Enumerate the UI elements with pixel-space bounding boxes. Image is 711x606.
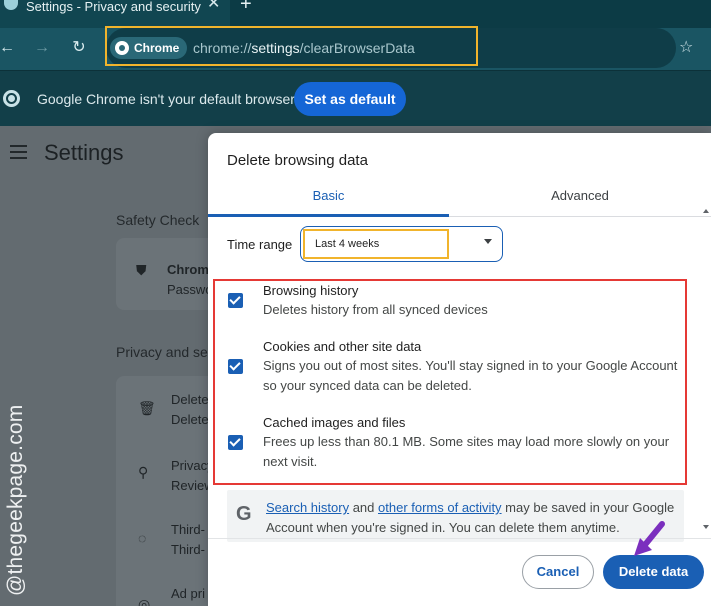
pointer-arrow-annotation bbox=[634, 521, 665, 556]
set-as-default-button[interactable]: Set as default bbox=[294, 82, 406, 116]
cookies-checkbox[interactable] bbox=[228, 359, 243, 374]
search-history-link[interactable]: Search history bbox=[266, 500, 349, 515]
cookie-icon: ◌ bbox=[138, 530, 147, 546]
reload-icon[interactable]: ↻ bbox=[68, 37, 90, 59]
bookmark-star-icon[interactable]: ☆ bbox=[679, 37, 693, 59]
new-tab-icon[interactable]: + bbox=[240, 0, 252, 14]
menu-icon[interactable] bbox=[10, 145, 27, 159]
delete-data-button[interactable]: Delete data bbox=[603, 555, 704, 589]
privacy-item-line1: Delete bbox=[171, 392, 209, 407]
time-range-highlight-box bbox=[303, 229, 449, 259]
privacy-guide-icon: ⚲ bbox=[138, 464, 149, 480]
privacy-item-line2: Third- bbox=[171, 542, 205, 557]
other-activity-link[interactable]: other forms of activity bbox=[378, 500, 502, 515]
browser-toolbar: ← → ↻ Chrome chrome://settings/clearBrow… bbox=[0, 26, 711, 70]
default-browser-infobar: Google Chrome isn't your default browser… bbox=[0, 70, 711, 126]
safety-check-heading: Safety Check bbox=[116, 212, 200, 228]
tab-basic[interactable]: Basic bbox=[208, 181, 449, 217]
safety-item-title: Chrom bbox=[167, 262, 209, 277]
infobar-message: Google Chrome isn't your default browser bbox=[37, 91, 295, 107]
scroll-down-icon[interactable] bbox=[703, 525, 709, 529]
forward-icon[interactable]: → bbox=[31, 37, 53, 59]
option-title: Cached images and files bbox=[263, 415, 406, 430]
scroll-up-icon[interactable] bbox=[703, 209, 709, 213]
watermark: @thegeekpage.com bbox=[4, 404, 27, 596]
dialog-scrollbar[interactable] bbox=[703, 209, 711, 529]
browser-tab-settings[interactable]: Settings - Privacy and security ✕ bbox=[0, 0, 230, 28]
option-title: Cookies and other site data bbox=[263, 339, 422, 354]
page-title: Settings bbox=[44, 140, 124, 165]
close-tab-icon[interactable]: ✕ bbox=[207, 0, 220, 12]
tab-title: Settings - Privacy and security bbox=[26, 0, 201, 14]
safety-item-subtitle: Passwo bbox=[167, 282, 213, 297]
dropdown-arrow-icon bbox=[484, 239, 492, 244]
tab-advanced[interactable]: Advanced bbox=[449, 181, 711, 217]
cancel-button[interactable]: Cancel bbox=[522, 555, 594, 589]
tab-strip: Settings - Privacy and security ✕ + bbox=[0, 0, 711, 28]
dialog-title: Delete browsing data bbox=[227, 152, 368, 169]
url-highlight-box bbox=[105, 26, 478, 66]
trash-icon: 🗑 bbox=[138, 400, 156, 416]
google-g-icon: G bbox=[236, 503, 252, 525]
option-description: Frees up less than 80.1 MB. Some sites m… bbox=[263, 434, 670, 469]
settings-favicon-icon bbox=[4, 0, 18, 10]
cached-images-checkbox[interactable] bbox=[228, 435, 243, 450]
privacy-item-line1: Third- bbox=[171, 522, 205, 537]
option-description: Deletes history from all synced devices bbox=[263, 302, 488, 317]
privacy-item-line2: Delete bbox=[171, 412, 209, 427]
notice-text: Search history and other forms of activi… bbox=[266, 498, 678, 538]
ad-privacy-icon: ◎ bbox=[138, 596, 151, 606]
shield-icon: ⛊ bbox=[136, 262, 147, 278]
google-account-notice: G Search history and other forms of acti… bbox=[227, 490, 684, 542]
browsing-history-checkbox[interactable] bbox=[228, 293, 243, 308]
notice-mid: and bbox=[349, 500, 379, 515]
privacy-item-line1: Ad pri bbox=[171, 586, 205, 601]
chrome-logo-icon bbox=[3, 90, 20, 107]
option-title: Browsing history bbox=[263, 283, 359, 298]
privacy-heading: Privacy and se bbox=[116, 344, 208, 360]
option-description: Signs you out of most sites. You'll stay… bbox=[263, 358, 678, 393]
dialog-tabs: Basic Advanced bbox=[208, 181, 711, 217]
time-range-label: Time range bbox=[227, 237, 293, 252]
back-icon[interactable]: ← bbox=[0, 37, 18, 59]
